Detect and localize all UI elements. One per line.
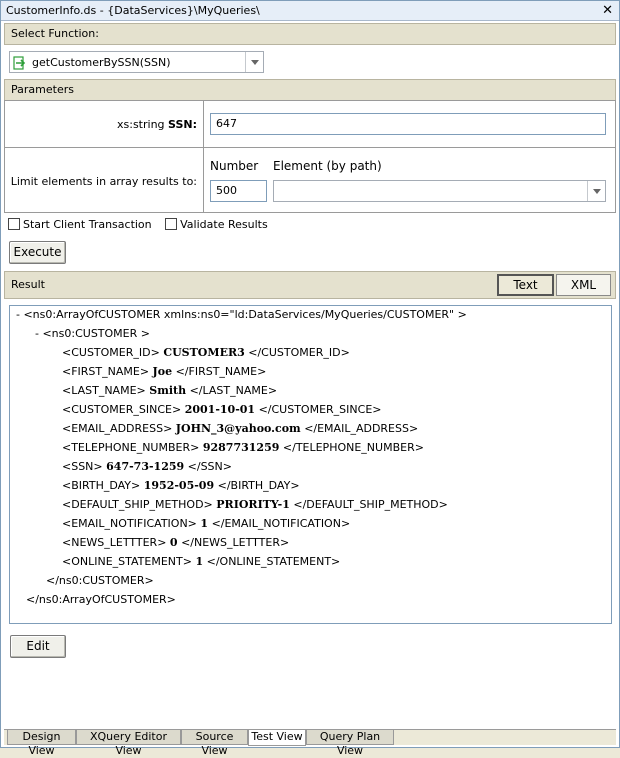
xml-line: <CUSTOMER_ID> CUSTOMER3 </CUSTOMER_ID>	[62, 346, 350, 359]
checkbox-unchecked-icon[interactable]	[8, 218, 20, 230]
xml-line: </ns0:CUSTOMER>	[46, 574, 154, 587]
function-select-value: getCustomerBySSN(SSN)	[32, 56, 171, 69]
validate-results-checkbox[interactable]: Validate Results	[165, 218, 268, 231]
limit-elements-label: Limit elements in array results to:	[10, 175, 197, 188]
xml-line: - <ns0:CUSTOMER >	[35, 327, 150, 340]
xml-line: <FIRST_NAME> Joe </FIRST_NAME>	[62, 365, 267, 378]
checkbox-unchecked-icon[interactable]	[165, 218, 178, 230]
chevron-down-icon[interactable]	[245, 52, 263, 72]
view-tabs: Design View XQuery Editor View Source Vi…	[4, 729, 616, 757]
result-header-label: Result	[11, 278, 45, 291]
tab-design-view[interactable]: Design View	[7, 730, 76, 757]
window-titlebar: CustomerInfo.ds - {DataServices}\MyQueri…	[1, 1, 619, 21]
tab-query-plan-view[interactable]: Query Plan View	[306, 730, 394, 757]
element-path-label: Element (by path)	[273, 159, 382, 173]
chevron-down-icon[interactable]	[587, 181, 605, 201]
ssn-input[interactable]: 647	[210, 113, 606, 135]
xml-line: </ns0:ArrayOfCUSTOMER>	[26, 593, 176, 606]
tab-source-view[interactable]: Source View	[181, 730, 248, 757]
close-icon[interactable]: ✕	[602, 1, 613, 20]
text-view-button[interactable]: Text	[497, 274, 554, 296]
edit-button[interactable]: Edit	[10, 635, 66, 658]
xml-line: <ONLINE_STATEMENT> 1 </ONLINE_STATEMENT>	[62, 555, 341, 568]
select-function-header: Select Function:	[4, 23, 616, 45]
start-client-transaction-label: Start Client Transaction	[23, 218, 152, 231]
options-row: Start Client Transaction Validate Result…	[8, 218, 268, 231]
ssn-type: xs:string	[117, 118, 165, 131]
ssn-param-label: xs:string SSN:	[5, 118, 197, 131]
xml-view-button[interactable]: XML	[556, 274, 611, 296]
validate-results-label: Validate Results	[180, 218, 268, 231]
xml-line: - <ns0:ArrayOfCUSTOMER xmlns:ns0="ld:Dat…	[16, 308, 467, 321]
start-client-transaction-checkbox[interactable]: Start Client Transaction	[8, 218, 152, 231]
parameters-header: Parameters	[4, 79, 616, 101]
xml-line: <DEFAULT_SHIP_METHOD> PRIORITY-1 </DEFAU…	[62, 498, 448, 511]
limit-number-input[interactable]: 500	[210, 180, 267, 202]
xml-line: <SSN> 647-73-1259 </SSN>	[62, 460, 232, 473]
parameters-table: xs:string SSN: 647 Limit elements in arr…	[4, 100, 616, 213]
xml-line: <BIRTH_DAY> 1952-05-09 </BIRTH_DAY>	[62, 479, 300, 492]
xml-line: <NEWS_LETTTER> 0 </NEWS_LETTTER>	[62, 536, 290, 549]
execute-button[interactable]: Execute	[9, 241, 66, 264]
xml-line: <CUSTOMER_SINCE> 2001-10-01 </CUSTOMER_S…	[62, 403, 382, 416]
xml-line: <EMAIL_NOTIFICATION> 1 </EMAIL_NOTIFICAT…	[62, 517, 351, 530]
element-path-select[interactable]	[273, 180, 606, 202]
number-label: Number	[210, 159, 259, 173]
xml-line: <LAST_NAME> Smith </LAST_NAME>	[62, 384, 278, 397]
window-title: CustomerInfo.ds - {DataServices}\MyQueri…	[6, 4, 260, 17]
function-arrow-icon	[13, 56, 26, 70]
ssn-name: SSN:	[168, 118, 197, 131]
tab-xquery-editor-view[interactable]: XQuery Editor View	[76, 730, 181, 757]
xml-line: <EMAIL_ADDRESS> JOHN_3@yahoo.com </EMAIL…	[62, 422, 419, 435]
result-output[interactable]: - <ns0:ArrayOfCUSTOMER xmlns:ns0="ld:Dat…	[9, 305, 612, 624]
xml-line: <TELEPHONE_NUMBER> 9287731259 </TELEPHON…	[62, 441, 424, 454]
query-test-window: CustomerInfo.ds - {DataServices}\MyQueri…	[0, 0, 620, 757]
tab-test-view[interactable]: Test View	[248, 730, 306, 746]
function-select[interactable]: getCustomerBySSN(SSN)	[9, 51, 264, 73]
